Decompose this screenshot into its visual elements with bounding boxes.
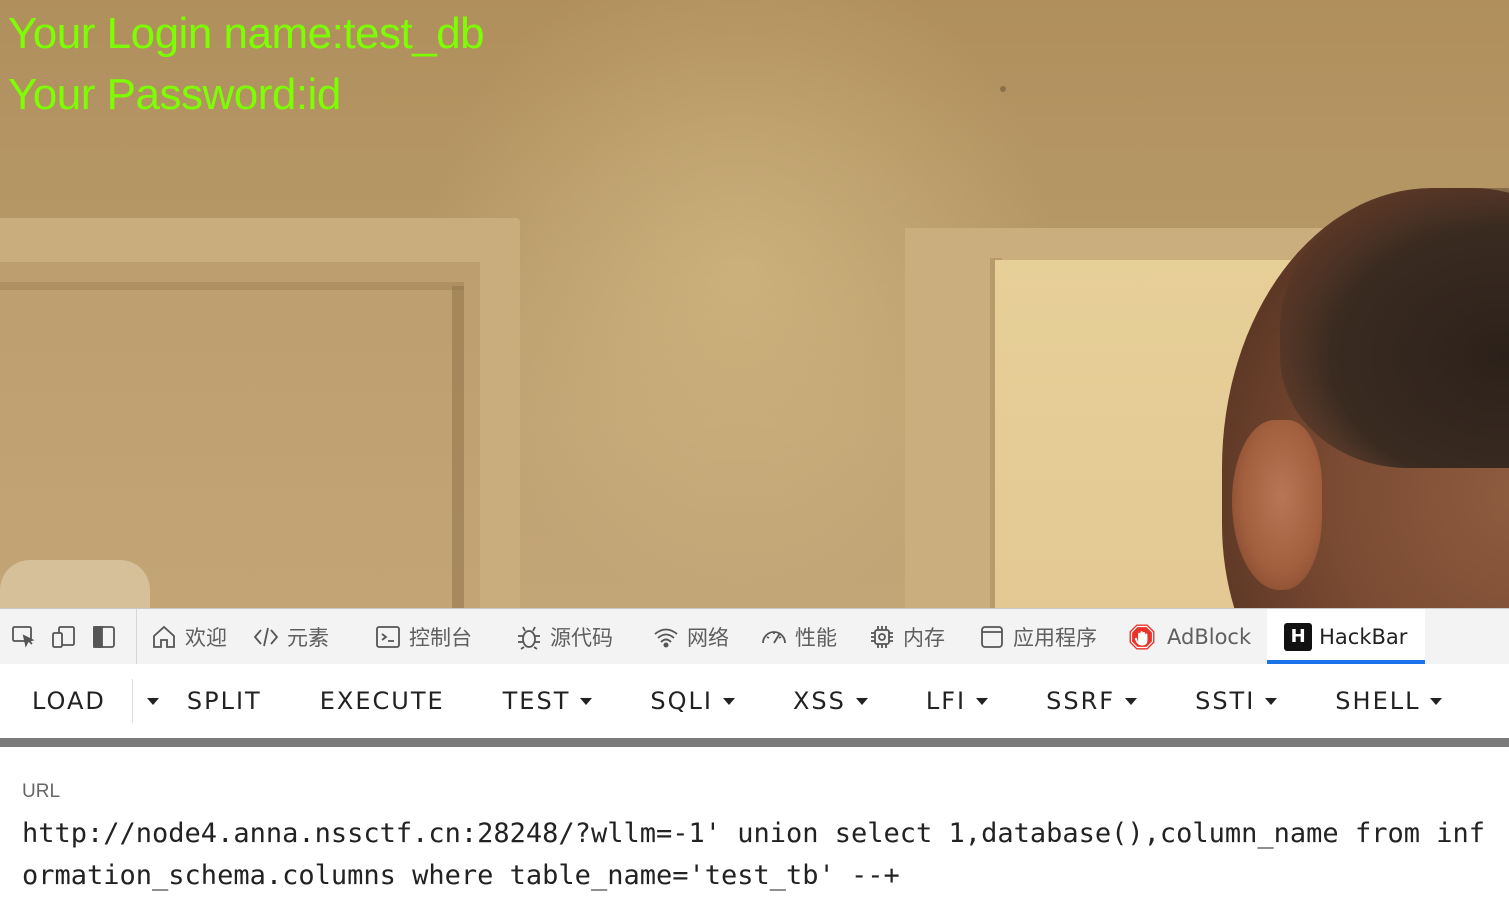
tab-label: 源代码 bbox=[550, 625, 613, 650]
tab-performance[interactable]: 性能 bbox=[741, 609, 849, 664]
tab-label: 应用程序 bbox=[1013, 625, 1097, 650]
devtools-tab-bar: 欢迎 元素 控制台 源代码 网络 性能 内存 应用程序 AdBlock H Ha… bbox=[0, 608, 1509, 664]
bug-icon bbox=[514, 622, 544, 652]
tab-memory[interactable]: 内存 bbox=[849, 609, 957, 664]
background-person-ear bbox=[1232, 420, 1322, 590]
test-label: TEST bbox=[502, 687, 571, 715]
app-window-icon bbox=[977, 622, 1007, 652]
chevron-down-icon bbox=[976, 697, 989, 705]
tab-hackbar[interactable]: H HackBar bbox=[1267, 609, 1426, 664]
load-split-divider bbox=[131, 679, 133, 723]
tab-label: 欢迎 bbox=[185, 625, 227, 650]
tab-adblock[interactable]: AdBlock bbox=[1109, 609, 1267, 664]
tab-application[interactable]: 应用程序 bbox=[957, 609, 1109, 664]
tab-console[interactable]: 控制台 bbox=[341, 609, 484, 664]
lfi-menu-button[interactable]: LFI bbox=[925, 664, 989, 738]
background-object bbox=[0, 560, 150, 608]
chevron-down-icon bbox=[580, 697, 593, 705]
toolbar-divider bbox=[0, 738, 1509, 747]
sqli-label: SQLI bbox=[650, 687, 713, 715]
xss-menu-button[interactable]: XSS bbox=[793, 664, 868, 738]
chevron-down-icon bbox=[722, 697, 735, 705]
devtools-dock-controls bbox=[0, 609, 137, 664]
lfi-label: LFI bbox=[925, 687, 967, 715]
background-door-shadow bbox=[0, 282, 464, 290]
tab-label: 性能 bbox=[795, 625, 837, 650]
xss-label: XSS bbox=[792, 687, 846, 715]
adblock-hand-icon bbox=[1123, 618, 1161, 656]
split-button[interactable]: SPLIT bbox=[187, 664, 262, 738]
tab-sources[interactable]: 源代码 bbox=[484, 609, 625, 664]
dock-side-icon[interactable] bbox=[88, 621, 120, 653]
hackbar-h-icon: H bbox=[1283, 622, 1313, 652]
code-brackets-icon bbox=[251, 622, 281, 652]
login-name-text: Your Login name:test_db bbox=[8, 9, 485, 58]
inspect-icon[interactable] bbox=[8, 621, 40, 653]
load-button[interactable]: LOAD bbox=[32, 664, 106, 738]
page-viewport: Your Login name:test_db Your Password:id bbox=[0, 0, 1509, 608]
split-label: SPLIT bbox=[186, 687, 262, 715]
chevron-down-icon bbox=[1125, 697, 1138, 705]
shell-menu-button[interactable]: SHELL bbox=[1335, 664, 1443, 738]
url-panel: URL http://node4.anna.nssctf.cn:28248/?w… bbox=[0, 747, 1509, 898]
chevron-down-icon bbox=[146, 697, 159, 705]
console-icon bbox=[373, 622, 403, 652]
ssti-menu-button[interactable]: SSTI bbox=[1195, 664, 1278, 738]
load-label: LOAD bbox=[32, 687, 106, 715]
chevron-down-icon bbox=[1430, 697, 1443, 705]
background-door-edge bbox=[452, 286, 464, 608]
password-text: Your Password:id bbox=[8, 70, 341, 119]
tab-label: 控制台 bbox=[409, 625, 472, 650]
execute-label: EXECUTE bbox=[319, 687, 445, 715]
chip-icon bbox=[867, 622, 897, 652]
tab-label: 网络 bbox=[687, 625, 729, 650]
tab-label: 元素 bbox=[287, 625, 329, 650]
gauge-icon bbox=[759, 622, 789, 652]
wifi-icon bbox=[651, 622, 681, 652]
tab-elements[interactable]: 元素 bbox=[239, 609, 341, 664]
chevron-down-icon bbox=[1265, 697, 1278, 705]
sqli-menu-button[interactable]: SQLI bbox=[650, 664, 735, 738]
tab-network[interactable]: 网络 bbox=[625, 609, 741, 664]
ssrf-menu-button[interactable]: SSRF bbox=[1046, 664, 1138, 738]
execute-button[interactable]: EXECUTE bbox=[320, 664, 445, 738]
url-input[interactable]: http://node4.anna.nssctf.cn:28248/?wllm=… bbox=[22, 813, 1497, 897]
shell-label: SHELL bbox=[1335, 687, 1421, 715]
tab-label: 内存 bbox=[903, 625, 945, 650]
ssrf-label: SSRF bbox=[1046, 687, 1116, 715]
ssti-label: SSTI bbox=[1195, 687, 1256, 715]
test-menu-button[interactable]: TEST bbox=[503, 664, 593, 738]
url-field-label: URL bbox=[22, 781, 61, 802]
load-options-dropdown[interactable] bbox=[141, 664, 165, 738]
tab-label: HackBar bbox=[1319, 624, 1408, 649]
chevron-down-icon bbox=[855, 697, 868, 705]
device-toolbar-icon[interactable] bbox=[48, 621, 80, 653]
hackbar-toolbar: LOAD SPLIT EXECUTE TEST SQLI XSS LFI SSR… bbox=[0, 664, 1509, 738]
tab-welcome[interactable]: 欢迎 bbox=[137, 609, 239, 664]
background-door-panel-left bbox=[0, 262, 480, 608]
background-wall-mark bbox=[1000, 86, 1006, 92]
hackbar-logo-letter: H bbox=[1284, 622, 1313, 651]
tab-label: AdBlock bbox=[1167, 624, 1252, 649]
home-icon bbox=[149, 622, 179, 652]
